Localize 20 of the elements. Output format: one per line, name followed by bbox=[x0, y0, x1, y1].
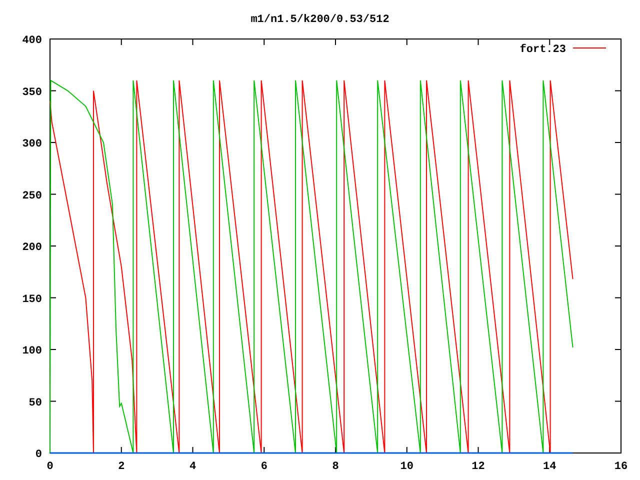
legend-label: fort.23 bbox=[520, 44, 566, 56]
y-tick-label: 350 bbox=[22, 86, 42, 99]
y-tick-label: 150 bbox=[22, 294, 42, 306]
x-tick-label: 2 bbox=[118, 461, 125, 473]
x-tick-label: 8 bbox=[332, 461, 339, 473]
x-tick-label: 10 bbox=[400, 461, 414, 473]
y-tick-label: 250 bbox=[22, 190, 42, 202]
x-tick-label: 6 bbox=[260, 461, 268, 473]
y-tick-label: 400 bbox=[22, 35, 42, 47]
y-tick-label: 200 bbox=[22, 242, 42, 254]
x-tick-label: 0 bbox=[46, 461, 54, 473]
x-tick-label: 16 bbox=[614, 461, 628, 473]
y-tick-label: 100 bbox=[22, 346, 42, 358]
y-tick-label: 300 bbox=[22, 138, 42, 150]
y-tick-label: 50 bbox=[28, 397, 42, 410]
chart-title: m1/n1.5/k200/0.53/512 bbox=[250, 14, 390, 26]
y-tick-label: 0 bbox=[35, 449, 42, 461]
x-tick-label: 4 bbox=[189, 461, 196, 473]
x-tick-label: 12 bbox=[472, 461, 485, 473]
x-tick-label: 14 bbox=[543, 461, 556, 473]
